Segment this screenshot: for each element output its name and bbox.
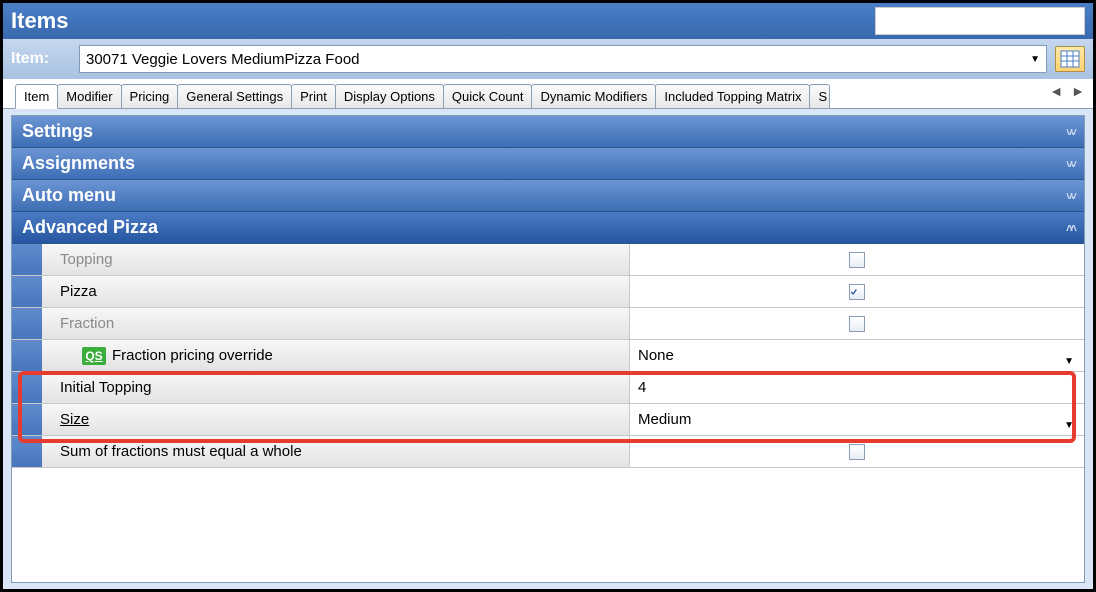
row-gutter — [12, 308, 42, 339]
chevron-down-double-icon: ˅˅ — [1066, 125, 1074, 139]
row-initial-topping: Initial Topping 4 — [12, 372, 1084, 404]
row-fraction-pricing-override: QS Fraction pricing override None ▼ — [12, 340, 1084, 372]
section-settings-label: Settings — [22, 121, 93, 142]
label-initial-topping: Initial Topping — [42, 372, 630, 403]
grid-icon — [1060, 50, 1080, 68]
value-text-initial-topping: 4 — [638, 379, 646, 396]
tab-general-settings[interactable]: General Settings — [177, 84, 292, 108]
value-fraction-pricing-override[interactable]: None ▼ — [630, 340, 1084, 371]
tab-pricing[interactable]: Pricing — [121, 84, 179, 108]
value-pizza[interactable] — [630, 276, 1084, 307]
header-bar: Items — [3, 3, 1093, 39]
tab-nav: ◄ ► — [1047, 83, 1087, 99]
row-fraction: Fraction — [12, 308, 1084, 340]
label-text-fpo: Fraction pricing override — [112, 347, 273, 364]
value-sum-fractions[interactable] — [630, 436, 1084, 467]
chevron-down-double-icon: ˅˅ — [1066, 157, 1074, 171]
checkmark-icon — [850, 286, 858, 298]
item-dropdown[interactable]: 30071 Veggie Lovers MediumPizza Food ▼ — [79, 45, 1047, 73]
value-fraction[interactable] — [630, 308, 1084, 339]
content-panel: Settings ˅˅ Assignments ˅˅ Auto menu ˅˅ … — [11, 115, 1085, 583]
page-title: Items — [11, 8, 875, 34]
section-assignments-label: Assignments — [22, 153, 135, 174]
tabs-row: Item Modifier Pricing General Settings P… — [3, 79, 1093, 109]
header-search-box[interactable] — [875, 7, 1085, 35]
label-topping: Topping — [42, 244, 630, 275]
section-auto-menu-label: Auto menu — [22, 185, 116, 206]
item-label: Item: — [11, 50, 71, 68]
section-advanced-pizza[interactable]: Advanced Pizza ˄˄ — [12, 212, 1084, 244]
section-settings[interactable]: Settings ˅˅ — [12, 116, 1084, 148]
tab-modifier[interactable]: Modifier — [57, 84, 121, 108]
value-size[interactable]: Medium ▼ — [630, 404, 1084, 435]
row-size: Size Medium ▼ — [12, 404, 1084, 436]
tab-print[interactable]: Print — [291, 84, 336, 108]
advanced-pizza-grid: Topping Pizza — [12, 244, 1084, 468]
section-assignments[interactable]: Assignments ˅˅ — [12, 148, 1084, 180]
label-text-size: Size — [60, 411, 89, 428]
chevron-down-icon: ▼ — [1064, 420, 1074, 431]
checkbox-sum-fractions[interactable] — [849, 444, 865, 460]
checkbox-topping[interactable] — [849, 252, 865, 268]
grid-edit-button[interactable] — [1055, 46, 1085, 72]
content-wrap: Settings ˅˅ Assignments ˅˅ Auto menu ˅˅ … — [3, 109, 1093, 589]
item-selector-row: Item: 30071 Veggie Lovers MediumPizza Fo… — [3, 39, 1093, 79]
tab-dynamic-modifiers[interactable]: Dynamic Modifiers — [531, 84, 656, 108]
tab-included-topping-matrix[interactable]: Included Topping Matrix — [655, 84, 810, 108]
row-topping: Topping — [12, 244, 1084, 276]
qs-icon: QS — [82, 347, 106, 365]
row-pizza: Pizza — [12, 276, 1084, 308]
tab-partial[interactable]: S — [809, 84, 830, 108]
row-gutter — [12, 372, 42, 403]
tab-quick-count[interactable]: Quick Count — [443, 84, 533, 108]
label-fraction-pricing-override: QS Fraction pricing override — [42, 340, 630, 371]
item-dropdown-value: 30071 Veggie Lovers MediumPizza Food — [86, 51, 360, 68]
value-text-size: Medium — [638, 411, 691, 428]
chevron-down-double-icon: ˅˅ — [1066, 189, 1074, 203]
tab-display-options[interactable]: Display Options — [335, 84, 444, 108]
tab-scroll-left-icon[interactable]: ◄ — [1047, 83, 1065, 99]
row-sum-fractions: Sum of fractions must equal a whole — [12, 436, 1084, 468]
row-gutter — [12, 404, 42, 435]
row-gutter — [12, 436, 42, 467]
label-fraction: Fraction — [42, 308, 630, 339]
row-gutter — [12, 276, 42, 307]
chevron-up-double-icon: ˄˄ — [1066, 221, 1074, 235]
row-gutter — [12, 244, 42, 275]
value-initial-topping[interactable]: 4 — [630, 372, 1084, 403]
checkbox-fraction[interactable] — [849, 316, 865, 332]
checkbox-pizza[interactable] — [849, 284, 865, 300]
label-size: Size — [42, 404, 630, 435]
chevron-down-icon: ▼ — [1064, 356, 1074, 367]
tab-item[interactable]: Item — [15, 84, 58, 109]
value-text-fpo: None — [638, 347, 674, 364]
label-sum-fractions: Sum of fractions must equal a whole — [42, 436, 630, 467]
section-auto-menu[interactable]: Auto menu ˅˅ — [12, 180, 1084, 212]
section-advanced-pizza-label: Advanced Pizza — [22, 217, 158, 238]
chevron-down-icon: ▼ — [1030, 54, 1040, 65]
value-topping[interactable] — [630, 244, 1084, 275]
tab-scroll-right-icon[interactable]: ► — [1069, 83, 1087, 99]
label-pizza: Pizza — [42, 276, 630, 307]
row-gutter — [12, 340, 42, 371]
